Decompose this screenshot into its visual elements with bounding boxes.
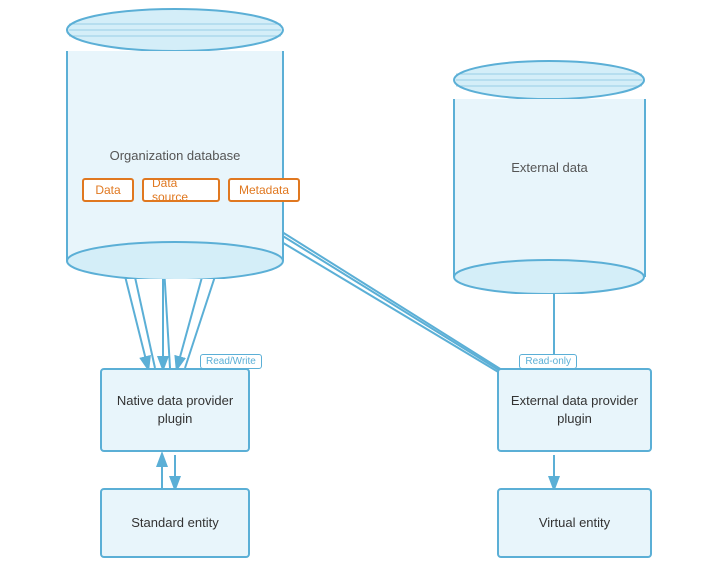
ext-db-top — [452, 60, 647, 100]
virtual-entity-box: Virtual entity — [497, 488, 652, 558]
external-provider-label: External data provider plugin — [511, 392, 638, 428]
diagram-container: Organization database Data Data source M… — [0, 0, 707, 573]
virtual-entity-label: Virtual entity — [539, 514, 610, 532]
native-provider-label: Native data provider plugin — [117, 392, 233, 428]
read-write-badge: Read/Write — [200, 354, 262, 369]
ext-data-label: External data — [452, 160, 647, 175]
org-db-top — [65, 8, 285, 52]
external-data-cylinder — [452, 60, 647, 294]
external-provider-box: External data provider plugin — [497, 368, 652, 452]
standard-entity-label: Standard entity — [131, 514, 218, 532]
datasource-tag: Data source — [142, 178, 220, 202]
metadata-tag: Metadata — [228, 178, 300, 202]
native-provider-box: Native data provider plugin — [100, 368, 250, 452]
data-tag: Data — [82, 178, 134, 202]
standard-entity-box: Standard entity — [100, 488, 250, 558]
org-db-body — [65, 51, 285, 279]
org-database-cylinder — [65, 8, 285, 279]
read-only-badge: Read-only — [519, 354, 577, 369]
ext-db-body — [452, 99, 647, 294]
org-db-label: Organization database — [75, 148, 275, 163]
